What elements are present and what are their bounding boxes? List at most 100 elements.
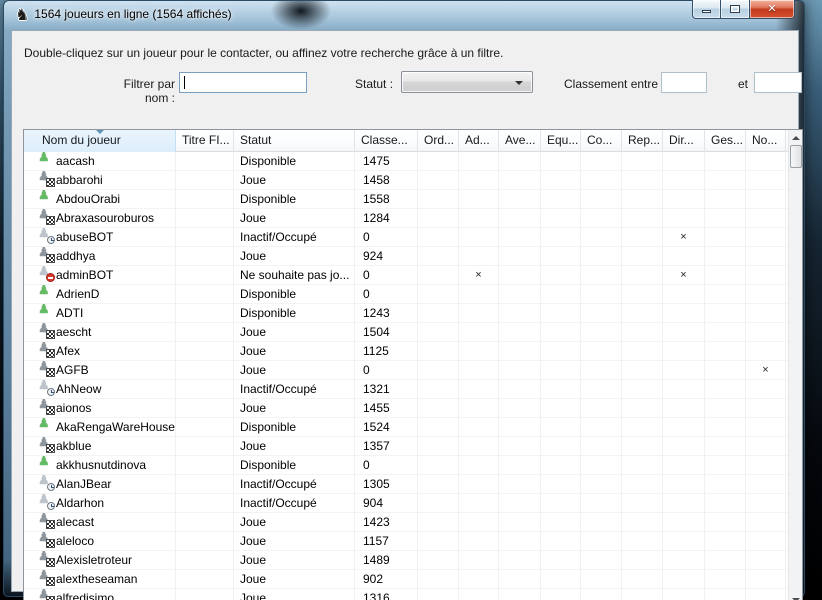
- player-flag-cell: [541, 152, 581, 171]
- table-row[interactable]: ♟abuseBOT Inactif/Occupé 0 ×: [24, 228, 788, 247]
- player-flag-cell: [746, 456, 786, 475]
- player-flag-cell: [705, 285, 746, 304]
- table-row[interactable]: ♟ADTI Disponible 1243: [24, 304, 788, 323]
- player-flag-cell: [459, 475, 499, 494]
- column-header-statut[interactable]: Statut: [234, 130, 355, 152]
- status-dropdown[interactable]: [401, 71, 533, 93]
- player-flag-cell: [541, 247, 581, 266]
- player-flag-cell: [746, 380, 786, 399]
- scroll-up-button[interactable]: [790, 131, 802, 144]
- titlebar[interactable]: ♞ 1564 joueurs en ligne (1564 affichés) …: [4, 1, 804, 31]
- player-name: AGFB: [56, 363, 89, 377]
- column-header-dir[interactable]: Dir...: [663, 130, 705, 152]
- player-status-pawn-icon: ♟: [38, 551, 53, 567]
- table-row[interactable]: ♟alextheseaman Joue 902: [24, 570, 788, 589]
- column-header-no[interactable]: No...: [746, 130, 786, 152]
- player-name: aescht: [56, 325, 91, 339]
- table-row[interactable]: ♟addhya Joue 924: [24, 247, 788, 266]
- column-header-nom-du-joueur[interactable]: Nom du joueur: [24, 130, 176, 152]
- player-flag-cell: [459, 228, 499, 247]
- player-status-pawn-icon: ♟: [38, 323, 53, 339]
- maximize-button[interactable]: [721, 0, 749, 19]
- player-flag-cell: [499, 285, 541, 304]
- player-status-pawn-icon: ♟: [38, 304, 53, 320]
- player-status: Ne souhaite pas jo...: [234, 266, 355, 285]
- player-status-pawn-icon: ♟: [38, 342, 53, 358]
- table-row[interactable]: ♟Afex Joue 1125: [24, 342, 788, 361]
- status-badge: [47, 388, 55, 396]
- player-fide-title: [176, 494, 234, 513]
- player-flag-cell: [581, 437, 622, 456]
- player-flag-cell: [499, 304, 541, 323]
- column-header-rep[interactable]: Rep...: [622, 130, 663, 152]
- column-header-equ[interactable]: Equ...: [541, 130, 581, 152]
- table-row[interactable]: ♟AdrienD Disponible 0: [24, 285, 788, 304]
- close-button[interactable]: ✕: [749, 0, 795, 19]
- column-header-ave[interactable]: Ave...: [499, 130, 541, 152]
- player-flag-cell: [581, 323, 622, 342]
- player-flag-cell: [418, 228, 459, 247]
- player-name-cell: ♟aleloco: [24, 532, 176, 551]
- player-rating: 1475: [355, 152, 418, 171]
- table-row[interactable]: ♟abbarohi Joue 1458: [24, 171, 788, 190]
- player-status: Joue: [234, 361, 355, 380]
- table-row[interactable]: ♟aacash Disponible 1475: [24, 152, 788, 171]
- player-flag-cell: [418, 266, 459, 285]
- player-name-cell: ♟adminBOT: [24, 266, 176, 285]
- table-row[interactable]: ♟AkaRengaWareHouse Disponible 1524: [24, 418, 788, 437]
- column-header-titre-fide[interactable]: Titre FI...: [176, 130, 234, 152]
- vertical-scrollbar[interactable]: [788, 130, 802, 600]
- player-name: Abraxasouroburos: [56, 211, 154, 225]
- rating-min-input[interactable]: [661, 72, 707, 93]
- table-row[interactable]: ♟akblue Joue 1357: [24, 437, 788, 456]
- player-name-cell: ♟abbarohi: [24, 171, 176, 190]
- player-flag-cell: [705, 209, 746, 228]
- player-status: Disponible: [234, 456, 355, 475]
- player-flag-cell: [622, 247, 663, 266]
- player-flag-cell: [705, 551, 746, 570]
- player-fide-title: [176, 399, 234, 418]
- player-flag-cell: [622, 570, 663, 589]
- player-name-cell: ♟AkaRengaWareHouse: [24, 418, 176, 437]
- player-status-pawn-icon: ♟: [38, 380, 53, 396]
- table-row[interactable]: ♟Aldarhon Inactif/Occupé 904: [24, 494, 788, 513]
- column-header-ges[interactable]: Ges...: [705, 130, 746, 152]
- player-name: alecast: [56, 515, 94, 529]
- table-row[interactable]: ♟Abraxasouroburos Joue 1284: [24, 209, 788, 228]
- filter-name-input[interactable]: [179, 72, 307, 93]
- player-flag-cell: [746, 418, 786, 437]
- table-row[interactable]: ♟AGFB Joue 0 ×: [24, 361, 788, 380]
- table-row[interactable]: ♟Alexisletroteur Joue 1489: [24, 551, 788, 570]
- player-status: Joue: [234, 399, 355, 418]
- player-flag-cell: ×: [663, 228, 705, 247]
- column-header-ord[interactable]: Ord...: [418, 130, 459, 152]
- table-row[interactable]: ♟akkhusnutdinova Disponible 0: [24, 456, 788, 475]
- player-status: Joue: [234, 342, 355, 361]
- table-row[interactable]: ♟AlanJBear Inactif/Occupé 1305: [24, 475, 788, 494]
- player-flag-cell: [499, 456, 541, 475]
- column-header-co[interactable]: Co...: [581, 130, 622, 152]
- column-header-classement[interactable]: Classe...: [355, 130, 418, 152]
- table-row[interactable]: ♟aescht Joue 1504: [24, 323, 788, 342]
- player-flag-cell: [705, 456, 746, 475]
- player-status: Disponible: [234, 190, 355, 209]
- player-flag-cell: [418, 551, 459, 570]
- column-header-ad[interactable]: Ad...: [459, 130, 499, 152]
- player-flag-cell: [746, 342, 786, 361]
- table-row[interactable]: ♟aionos Joue 1455: [24, 399, 788, 418]
- scrollbar-thumb[interactable]: [790, 145, 802, 168]
- table-row[interactable]: ♟aleloco Joue 1157: [24, 532, 788, 551]
- table-row[interactable]: ♟adminBOT Ne souhaite pas jo... 0 ××: [24, 266, 788, 285]
- table-row[interactable]: ♟alfredisimo Joue 1316: [24, 589, 788, 600]
- minimize-button[interactable]: [692, 0, 721, 19]
- player-flag-cell: [622, 494, 663, 513]
- player-name-cell: ♟akblue: [24, 437, 176, 456]
- table-row[interactable]: ♟AhNeow Inactif/Occupé 1321: [24, 380, 788, 399]
- window-title: 1564 joueurs en ligne (1564 affichés): [34, 7, 231, 26]
- table-row[interactable]: ♟AbdouOrabi Disponible 1558: [24, 190, 788, 209]
- rating-max-input[interactable]: [754, 72, 802, 93]
- table-row[interactable]: ♟alecast Joue 1423: [24, 513, 788, 532]
- player-rating: 1243: [355, 304, 418, 323]
- status-badge: [46, 539, 55, 548]
- scroll-down-button[interactable]: [790, 593, 802, 600]
